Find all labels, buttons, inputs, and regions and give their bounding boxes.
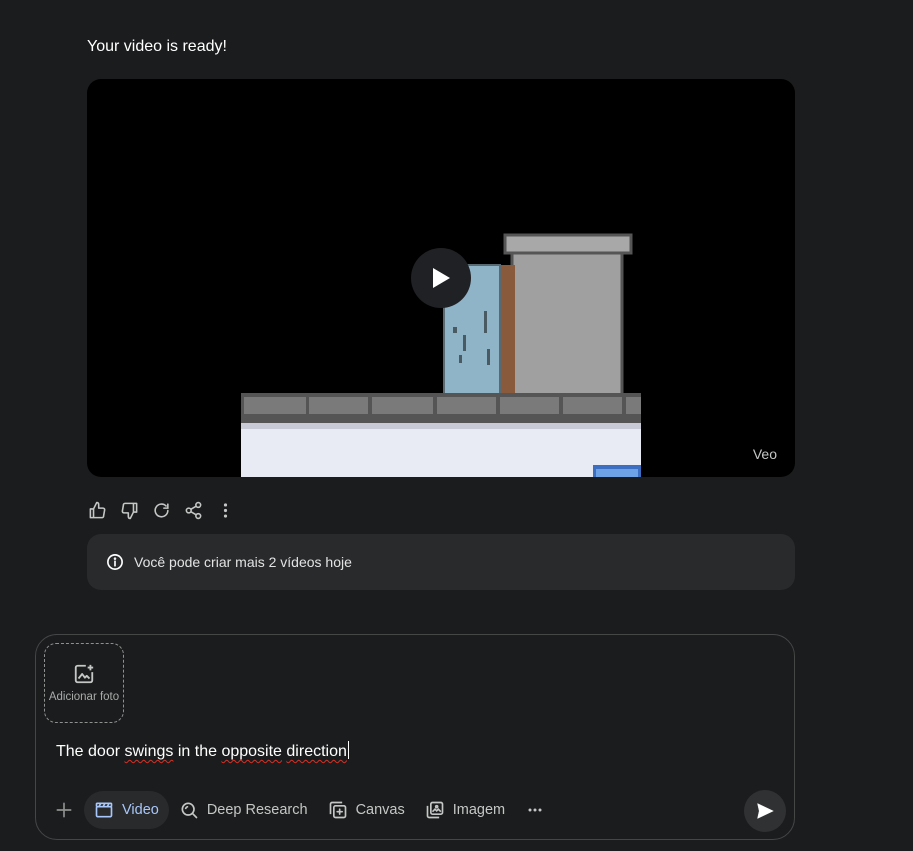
prompt-word-misspelled: opposite — [221, 743, 282, 760]
info-icon — [106, 553, 124, 571]
message-title: Your video is ready! — [87, 38, 227, 55]
tool-deep-research-button[interactable]: Deep Research — [169, 791, 318, 829]
refresh-icon — [153, 502, 169, 518]
share-icon — [185, 501, 201, 519]
more-options-button[interactable] — [215, 500, 235, 520]
tool-image-label: Imagem — [452, 802, 506, 818]
regenerate-button[interactable] — [151, 500, 171, 520]
add-photo-label: Adicionar foto — [48, 691, 120, 703]
send-button[interactable] — [744, 790, 786, 832]
thumbs-down-button[interactable] — [119, 500, 139, 520]
prompt-word-misspelled: swings — [124, 743, 174, 760]
video-player[interactable]: Veo — [87, 79, 795, 477]
text-caret — [347, 741, 349, 759]
prompt-composer: Adicionar foto The door swings in the op… — [35, 634, 795, 840]
clapperboard-icon — [95, 802, 113, 818]
thumbs-down-icon — [121, 502, 137, 519]
thumbs-up-button[interactable] — [87, 500, 107, 520]
plus-icon — [56, 802, 72, 818]
add-attachment-button[interactable] — [44, 791, 84, 829]
play-icon — [433, 268, 450, 288]
add-photo-button[interactable]: Adicionar foto — [44, 643, 124, 723]
response-actions — [87, 500, 235, 520]
tool-canvas-button[interactable]: Canvas — [318, 791, 415, 829]
prompt-word-misspelled: direction — [286, 743, 347, 760]
quota-info-text: Você pode criar mais 2 vídeos hoje — [134, 554, 352, 570]
composer-toolbar: Video Deep Research Canvas Imagem — [44, 791, 555, 829]
prompt-word: in the — [177, 743, 217, 760]
tool-video-label: Video — [122, 802, 159, 818]
send-icon — [757, 803, 774, 819]
add-image-icon — [74, 664, 94, 684]
share-button[interactable] — [183, 500, 203, 520]
veo-watermark: Veo — [752, 446, 777, 462]
more-tools-button[interactable] — [515, 791, 555, 829]
more-horizontal-icon — [528, 808, 542, 812]
prompt-word: The door — [56, 743, 121, 760]
tool-image-button[interactable]: Imagem — [415, 791, 515, 829]
tool-deep-research-label: Deep Research — [206, 802, 308, 818]
tool-canvas-label: Canvas — [355, 802, 405, 818]
quota-info-banner: Você pode criar mais 2 vídeos hoje — [87, 534, 795, 590]
image-icon — [426, 801, 444, 819]
prompt-input[interactable]: The door swings in the opposite directio… — [56, 741, 349, 761]
deep-research-icon — [181, 802, 198, 819]
more-vertical-icon — [223, 502, 227, 518]
tool-video-button[interactable]: Video — [84, 791, 169, 829]
canvas-icon — [329, 801, 346, 819]
thumbs-up-icon — [89, 501, 105, 518]
play-button[interactable] — [411, 248, 471, 308]
